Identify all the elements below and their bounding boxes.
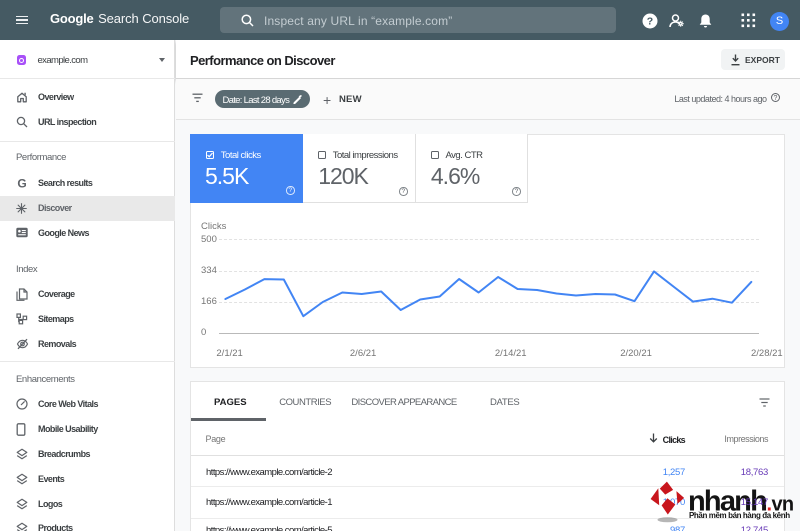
svg-text:?: ? (647, 16, 653, 28)
svg-text:Phần mềm bán hàng đa kênh: Phần mềm bán hàng đa kênh (689, 511, 790, 520)
svg-text:G: G (17, 177, 26, 189)
